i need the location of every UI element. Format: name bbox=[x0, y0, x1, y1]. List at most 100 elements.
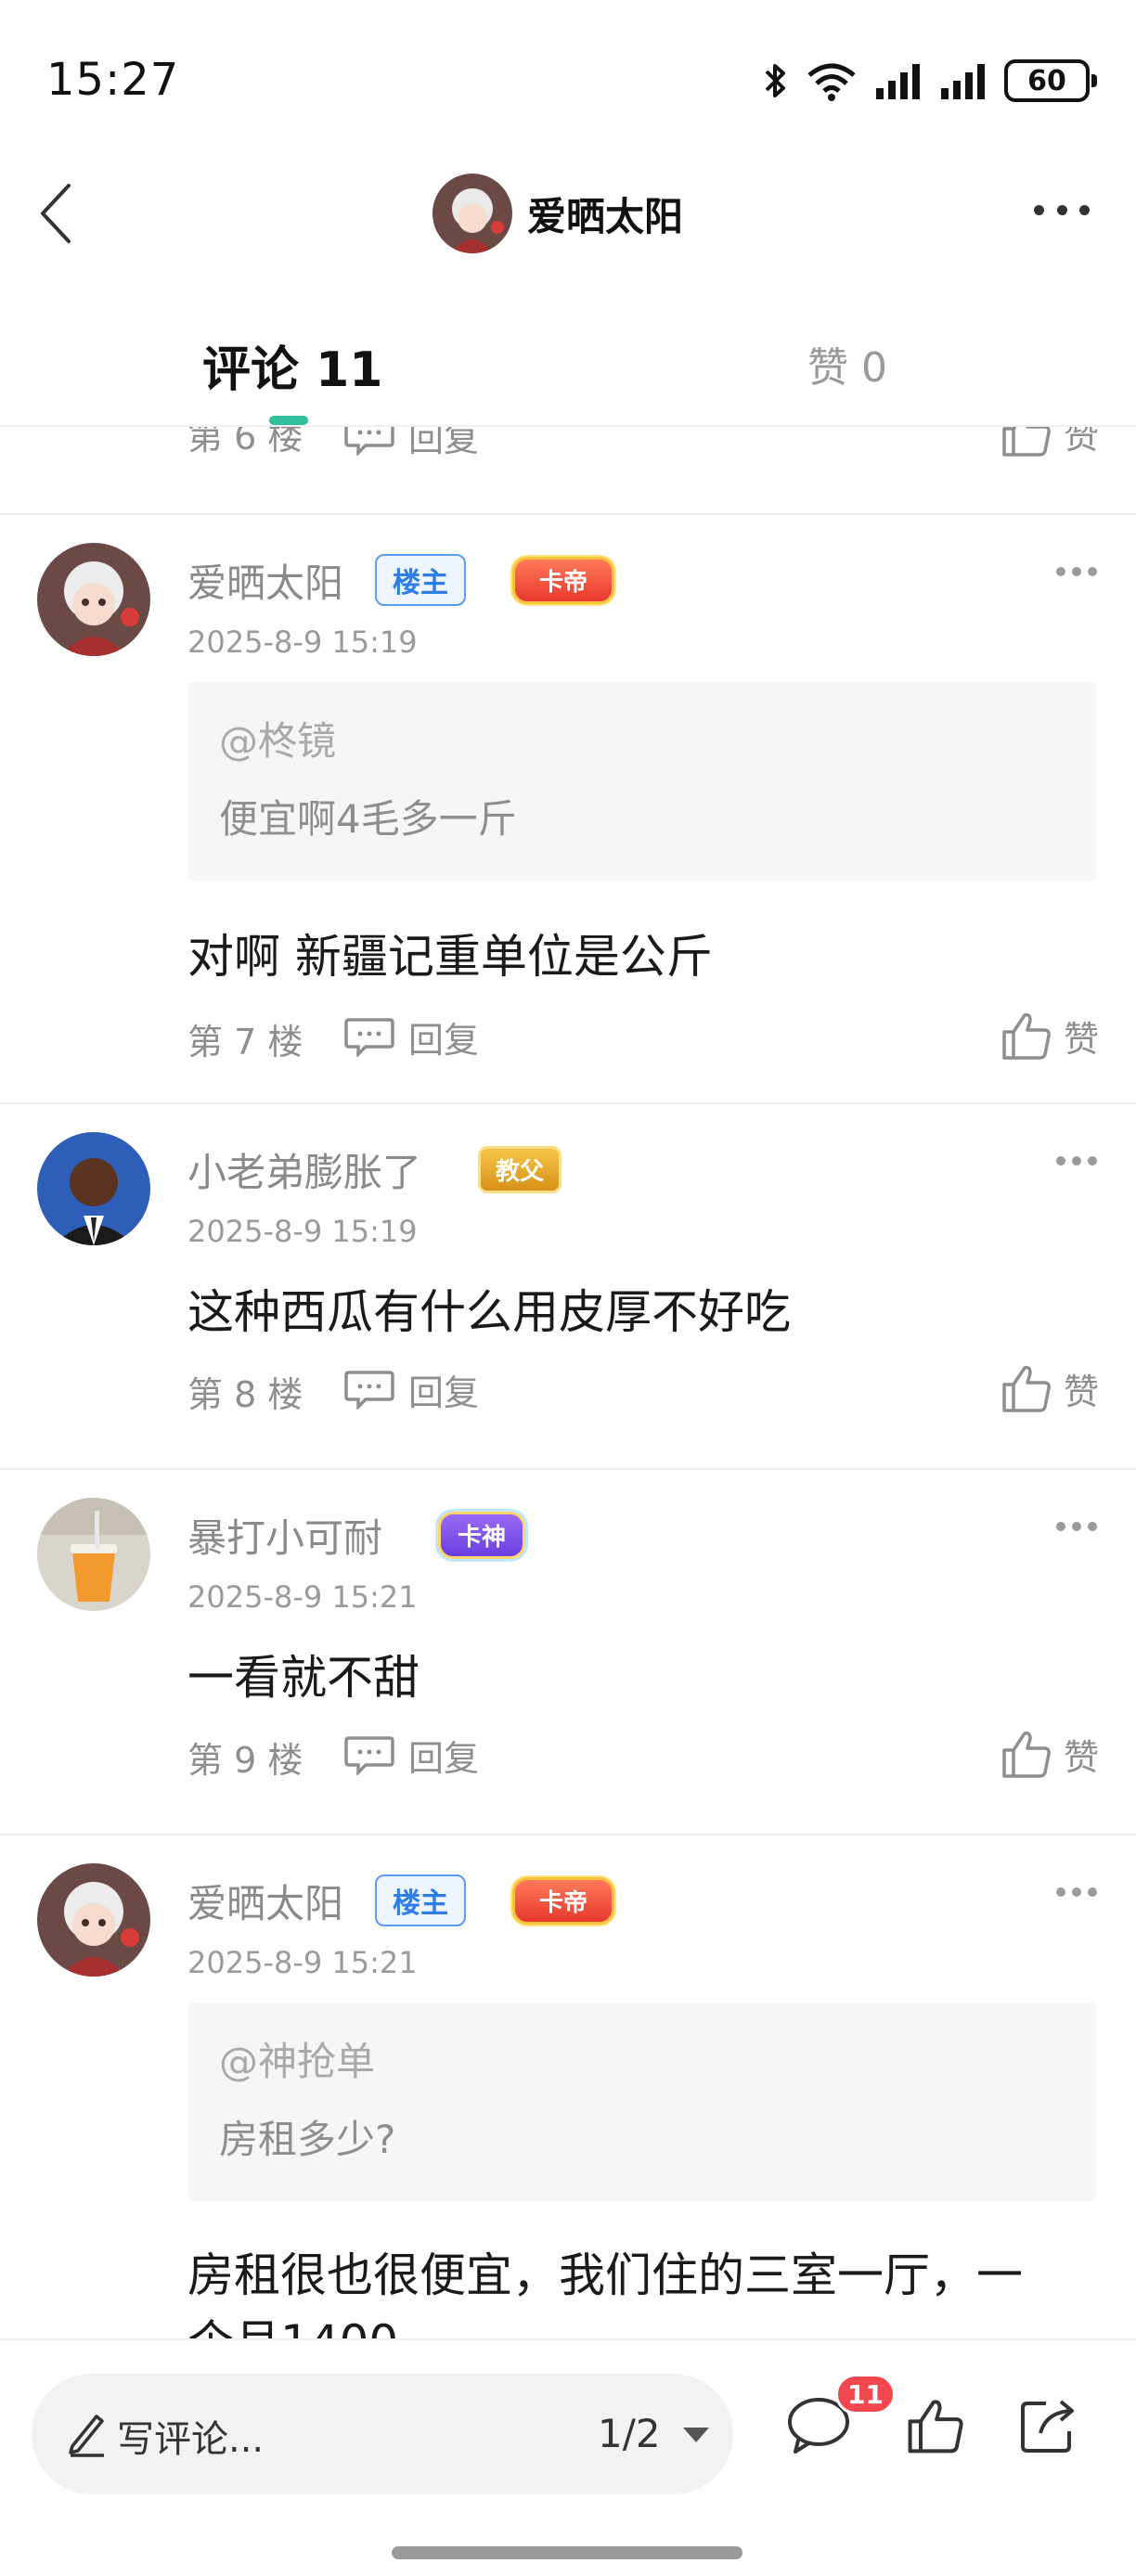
comment-content: 房租很也很便宜，我们住的三室一厅，一 bbox=[187, 2248, 1023, 2302]
like-button[interactable]: 赞 bbox=[1000, 427, 1099, 460]
like-button[interactable]: 赞 bbox=[1000, 1008, 1099, 1063]
comment-count-badge: 11 bbox=[835, 2374, 896, 2415]
comment-list[interactable]: 第 6 楼 回复 赞 爱晒太阳 楼主 卡帝 2025-8-9 15:19 @柊镜… bbox=[0, 427, 1136, 2338]
chevron-left-icon bbox=[41, 184, 71, 243]
comment-timestamp: 2025-8-9 15:21 bbox=[187, 1579, 418, 1615]
level-badge: 卡帝 bbox=[484, 554, 642, 606]
thumbs-up-icon bbox=[908, 2400, 963, 2454]
comment-timestamp: 2025-8-9 15:19 bbox=[187, 625, 418, 660]
avatar[interactable] bbox=[37, 1498, 150, 1611]
quoted-text: 便宜啊4毛多一斤 bbox=[219, 796, 517, 842]
bluetooth-icon bbox=[765, 64, 785, 97]
divider bbox=[0, 425, 1136, 427]
like-label: 赞 bbox=[1063, 427, 1099, 457]
comment-item: 第 6 楼 回复 赞 bbox=[0, 427, 1136, 514]
share-button[interactable] bbox=[1012, 2389, 1086, 2463]
reply-label: 回复 bbox=[408, 427, 480, 459]
comment-content: 对啊 新疆记重单位是公斤 bbox=[187, 930, 713, 984]
comment-username[interactable]: 爱晒太阳 bbox=[187, 1873, 343, 1929]
floor-number: 第 9 楼 bbox=[187, 1740, 303, 1781]
tab-active-indicator bbox=[269, 416, 308, 425]
wifi-icon bbox=[807, 63, 856, 101]
reply-button[interactable]: 回复 bbox=[343, 1013, 480, 1061]
header-user[interactable]: 爱晒太阳 bbox=[432, 169, 683, 258]
comment-username[interactable]: 爱晒太阳 bbox=[187, 552, 343, 609]
comment-item: 暴打小可耐 卡神 2025-8-9 15:21 一看就不甜 第 9 楼 回复 赞 bbox=[0, 1470, 1136, 1835]
reply-icon bbox=[344, 1736, 394, 1775]
comment-more-button[interactable] bbox=[1056, 1156, 1097, 1169]
reply-button[interactable]: 回复 bbox=[343, 1732, 480, 1779]
avatar[interactable] bbox=[37, 1863, 150, 1977]
quoted-comment[interactable]: @柊镜 便宜啊4毛多一斤 bbox=[187, 682, 1097, 881]
thumbs-up-icon bbox=[1002, 427, 1051, 457]
bottom-bar: 写评论... 1/2 11 bbox=[0, 2338, 1136, 2576]
comment-timestamp: 2025-8-9 15:21 bbox=[187, 1945, 418, 1980]
status-icons: 60 bbox=[763, 58, 1097, 104]
nav-header: 爱晒太阳 bbox=[0, 158, 1136, 269]
level-badge: 教父 bbox=[466, 1143, 574, 1195]
like-label: 赞 bbox=[1063, 1736, 1099, 1778]
battery-level: 60 bbox=[1027, 64, 1066, 97]
page-title: 爱晒太阳 bbox=[527, 193, 684, 239]
quoted-username: @神抢单 bbox=[219, 2039, 376, 2084]
comment-input-placeholder: 写评论... bbox=[117, 2418, 265, 2461]
avatar[interactable] bbox=[37, 543, 150, 656]
comment-content: 这种西瓜有什么用皮厚不好吃 bbox=[187, 1285, 791, 1339]
quoted-text: 房租多少? bbox=[219, 2117, 396, 2162]
comment-username[interactable]: 小老弟膨胀了 bbox=[187, 1141, 421, 1198]
battery-icon: 60 bbox=[1004, 59, 1097, 102]
comment-more-button[interactable] bbox=[1056, 1887, 1097, 1900]
avatar[interactable] bbox=[37, 1132, 150, 1245]
thumbs-up-icon bbox=[1002, 1365, 1051, 1412]
more-options-button[interactable] bbox=[1034, 191, 1090, 228]
comment-actions: 第 7 楼 回复 赞 bbox=[0, 1002, 1136, 1063]
signal-icon-2 bbox=[941, 64, 985, 99]
avatar[interactable] bbox=[432, 174, 512, 253]
host-tag-badge: 楼主 bbox=[375, 554, 466, 606]
page-selector[interactable]: 1/2 bbox=[598, 2411, 661, 2456]
home-indicator[interactable] bbox=[392, 2546, 742, 2559]
thumbs-up-icon bbox=[1002, 1012, 1051, 1060]
quoted-comment[interactable]: @神抢单 房租多少? bbox=[187, 2003, 1097, 2201]
comment-more-button[interactable] bbox=[1056, 567, 1097, 580]
reply-label: 回复 bbox=[408, 1737, 480, 1779]
level-badge: 卡神 bbox=[421, 1509, 542, 1561]
share-icon bbox=[1021, 2400, 1074, 2453]
floor-number: 第 8 楼 bbox=[187, 1374, 303, 1415]
comment-more-button[interactable] bbox=[1056, 1522, 1097, 1535]
quoted-username: @柊镜 bbox=[219, 718, 337, 764]
floor-number: 第 7 楼 bbox=[187, 1022, 303, 1063]
comment-item: 小老弟膨胀了 教父 2025-8-9 15:19 这种西瓜有什么用皮厚不好吃 第… bbox=[0, 1104, 1136, 1470]
comment-content: 一看就不甜 bbox=[187, 1651, 420, 1705]
host-tag-badge: 楼主 bbox=[375, 1874, 466, 1926]
status-bar: 15:27 60 bbox=[0, 0, 1136, 158]
reply-button[interactable]: 回复 bbox=[343, 427, 480, 459]
tab-bar: 评论 11 赞 0 bbox=[0, 306, 1136, 427]
write-comment-input[interactable]: 写评论... 1/2 bbox=[32, 2374, 733, 2494]
reply-button[interactable]: 回复 bbox=[343, 1366, 480, 1413]
like-label: 赞 bbox=[1063, 1371, 1099, 1412]
comment-timestamp: 2025-8-9 15:19 bbox=[187, 1214, 418, 1249]
reply-icon bbox=[344, 1018, 394, 1057]
reply-icon bbox=[344, 427, 394, 456]
comment-username[interactable]: 暴打小可耐 bbox=[187, 1507, 382, 1564]
thumbs-up-icon bbox=[1002, 1731, 1051, 1778]
back-button[interactable] bbox=[28, 176, 84, 251]
tab-comments[interactable]: 评论 11 bbox=[202, 330, 382, 400]
reply-label: 回复 bbox=[408, 1372, 480, 1413]
like-button[interactable]: 赞 bbox=[1000, 1726, 1099, 1782]
like-button[interactable]: 赞 bbox=[1000, 1360, 1099, 1416]
like-label: 赞 bbox=[1063, 1018, 1099, 1060]
tab-likes[interactable]: 赞 0 bbox=[807, 334, 887, 393]
floor-number: 第 6 楼 bbox=[187, 427, 303, 457]
like-post-button[interactable] bbox=[898, 2389, 973, 2463]
pen-icon bbox=[69, 2415, 104, 2457]
comment-content-continued: 个月1400 bbox=[187, 2305, 398, 2338]
comment-item: 爱晒太阳 楼主 卡帝 2025-8-9 15:19 @柊镜 便宜啊4毛多一斤 对… bbox=[0, 515, 1136, 1016]
status-time: 15:27 bbox=[46, 54, 180, 106]
signal-icon-1 bbox=[876, 64, 920, 99]
caret-down-icon[interactable] bbox=[683, 2428, 709, 2442]
level-badge: 卡帝 bbox=[484, 1874, 642, 1926]
reply-label: 回复 bbox=[408, 1019, 480, 1061]
comment-item: 爱晒太阳 楼主 卡帝 2025-8-9 15:21 @神抢单 房租多少? 房租很… bbox=[0, 1835, 1136, 2338]
